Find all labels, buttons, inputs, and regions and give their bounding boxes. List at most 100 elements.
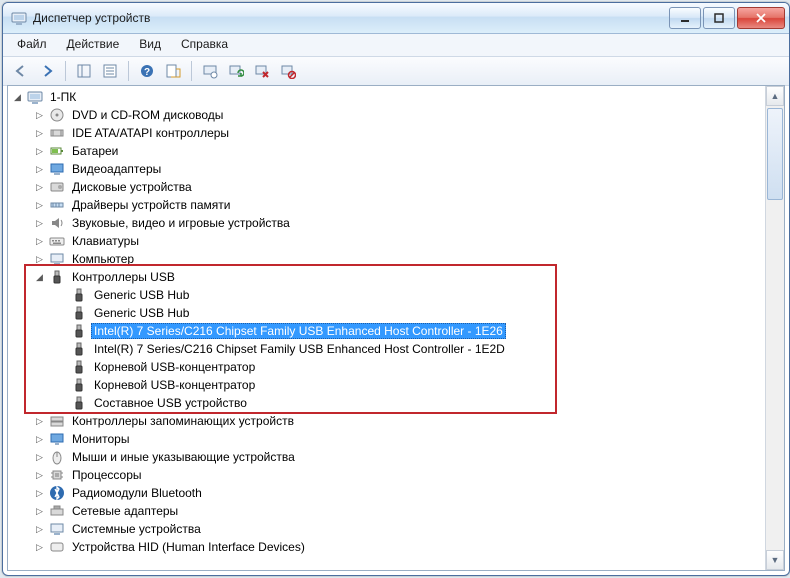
tree-node-memdrv[interactable]: ▷ Драйверы устройств памяти (34, 196, 766, 214)
window-title: Диспетчер устройств (33, 11, 667, 25)
toolbar-scan-button[interactable] (224, 59, 248, 83)
window-frame: Диспетчер устройств Файл Действие Вид Сп… (2, 2, 790, 576)
tree-node-label: IDE ATA/ATAPI контроллеры (69, 125, 232, 141)
tree-node-usb-device[interactable]: ▷Generic USB Hub (56, 304, 766, 322)
expand-toggle-icon[interactable]: ▷ (34, 524, 45, 535)
tree-node-label: Generic USB Hub (91, 305, 192, 321)
toolbar-remove-button[interactable] (250, 59, 274, 83)
ide-icon (49, 125, 65, 141)
tree-node-sound[interactable]: ▷ Звуковые, видео и игровые устройства (34, 214, 766, 232)
tree-node-usb-device[interactable]: ▷Intel(R) 7 Series/C216 Chipset Family U… (56, 322, 766, 340)
tree-node-mouse[interactable]: ▷Мыши и иные указывающие устройства (34, 448, 766, 466)
tree-node-monitor[interactable]: ▷ Мониторы (34, 430, 766, 448)
toolbar-tree-button[interactable] (72, 59, 96, 83)
toolbar-export-button[interactable] (161, 59, 185, 83)
usb-device-icon (71, 395, 87, 411)
expand-toggle-icon[interactable]: ▷ (34, 236, 45, 247)
maximize-button[interactable] (703, 7, 735, 29)
menu-file[interactable]: Файл (7, 34, 57, 56)
menu-action[interactable]: Действие (57, 34, 130, 56)
expand-toggle-icon[interactable]: ▷ (34, 110, 45, 121)
tree-node-label: Intel(R) 7 Series/C216 Chipset Family US… (91, 341, 508, 357)
tree-node-hid[interactable]: ▷Устройства HID (Human Interface Devices… (34, 538, 766, 556)
expand-toggle-icon[interactable]: ▷ (34, 434, 45, 445)
expand-toggle-icon[interactable]: ▷ (34, 254, 45, 265)
expand-toggle-icon[interactable]: ▷ (34, 452, 45, 463)
usb-icon (49, 269, 65, 285)
menu-view[interactable]: Вид (129, 34, 171, 56)
expand-toggle-icon[interactable]: ▷ (34, 506, 45, 517)
battery-icon (49, 143, 65, 159)
tree-node-usb-device[interactable]: ▷Составное USB устройство (56, 394, 766, 412)
tree-node-disk[interactable]: ▷ Дисковые устройства (34, 178, 766, 196)
memdrv-icon (49, 197, 65, 213)
toolbar-disable-button[interactable] (276, 59, 300, 83)
toolbar-help-button[interactable]: ? (135, 59, 159, 83)
tree-node-label: Generic USB Hub (91, 287, 192, 303)
expand-toggle-icon[interactable]: ◢ (34, 272, 45, 283)
tree-node-label: DVD и CD-ROM дисководы (69, 107, 226, 123)
tree-node-label: Контроллеры USB (69, 269, 178, 285)
toolbar-show-hidden-button[interactable] (198, 59, 222, 83)
expand-toggle-icon[interactable]: ▷ (34, 146, 45, 157)
toolbar-forward-button[interactable] (35, 59, 59, 83)
close-button[interactable] (737, 7, 785, 29)
tree-node-label: Звуковые, видео и игровые устройства (69, 215, 293, 231)
cpu-icon (49, 467, 65, 483)
tree-node-cpu[interactable]: ▷ Процессоры (34, 466, 766, 484)
tree-node-label: Видеоадаптеры (69, 161, 164, 177)
vertical-scrollbar[interactable]: ▲ ▼ (765, 86, 784, 570)
expand-toggle-icon[interactable]: ▷ (34, 470, 45, 481)
tree-node-dvd[interactable]: ▷ DVD и CD-ROM дисководы (34, 106, 766, 124)
window-buttons (667, 7, 785, 29)
tree-node-root[interactable]: ◢1-ПК (12, 88, 766, 106)
expand-toggle-icon[interactable]: ▷ (34, 182, 45, 193)
tree-node-bt[interactable]: ▷Радиомодули Bluetooth (34, 484, 766, 502)
app-icon (11, 10, 27, 26)
client-area: ◢1-ПК ▷ DVD и CD-ROM дисководы ▷ IDE ATA/ATA… (7, 85, 785, 571)
expand-toggle-icon[interactable]: ▷ (34, 416, 45, 427)
tree-node-computer[interactable]: ▷Компьютер (34, 250, 766, 268)
menubar: Файл Действие Вид Справка (3, 34, 789, 57)
toolbar-separator (128, 61, 129, 81)
tree-node-net[interactable]: ▷Сетевые адаптеры (34, 502, 766, 520)
expand-toggle-icon[interactable]: ▷ (34, 128, 45, 139)
scroll-thumb[interactable] (767, 108, 783, 200)
toolbar-back-button[interactable] (9, 59, 33, 83)
tree-node-usb[interactable]: ◢ Контроллеры USB (34, 268, 766, 286)
expand-toggle-icon[interactable]: ▷ (34, 542, 45, 553)
toolbar-properties-button[interactable] (98, 59, 122, 83)
device-tree[interactable]: ◢1-ПК ▷ DVD и CD-ROM дисководы ▷ IDE ATA/ATA… (8, 86, 766, 570)
tree-node-label: Мониторы (69, 431, 132, 447)
tree-node-usb-device[interactable]: ▷Корневой USB-концентратор (56, 376, 766, 394)
titlebar: Диспетчер устройств (3, 3, 789, 34)
expand-toggle-icon[interactable]: ▷ (34, 218, 45, 229)
minimize-button[interactable] (669, 7, 701, 29)
tree-node-storage[interactable]: ▷Контроллеры запоминающих устройств (34, 412, 766, 430)
tree-node-keyboard[interactable]: ▷Клавиатуры (34, 232, 766, 250)
expand-toggle-icon[interactable]: ▷ (34, 200, 45, 211)
tree-node-video[interactable]: ▷ Видеоадаптеры (34, 160, 766, 178)
expand-toggle-icon[interactable]: ◢ (12, 92, 23, 103)
tree-node-label: Дисковые устройства (69, 179, 195, 195)
tree-node-usb-device[interactable]: ▷Корневой USB-концентратор (56, 358, 766, 376)
tree-node-label: Батареи (69, 143, 121, 159)
tree-node-label: Драйверы устройств памяти (69, 197, 233, 213)
expand-toggle-icon[interactable]: ▷ (34, 488, 45, 499)
tree-node-label: Корневой USB-концентратор (91, 377, 258, 393)
tree-node-ide[interactable]: ▷ IDE ATA/ATAPI контроллеры (34, 124, 766, 142)
tree-node-usb-device[interactable]: ▷Generic USB Hub (56, 286, 766, 304)
usb-device-icon (71, 305, 87, 321)
tree-node-label: Процессоры (69, 467, 145, 483)
tree-node-label: Составное USB устройство (91, 395, 250, 411)
scroll-up-arrow[interactable]: ▲ (766, 86, 784, 106)
computer-icon (27, 89, 43, 105)
tree-node-usb-device[interactable]: ▷Intel(R) 7 Series/C216 Chipset Family U… (56, 340, 766, 358)
scroll-down-arrow[interactable]: ▼ (766, 550, 784, 570)
tree-node-system[interactable]: ▷Системные устройства (34, 520, 766, 538)
expand-toggle-icon[interactable]: ▷ (34, 164, 45, 175)
tree-node-battery[interactable]: ▷ Батареи (34, 142, 766, 160)
scroll-track[interactable] (766, 106, 784, 550)
menu-help[interactable]: Справка (171, 34, 238, 56)
dvd-icon (49, 107, 65, 123)
